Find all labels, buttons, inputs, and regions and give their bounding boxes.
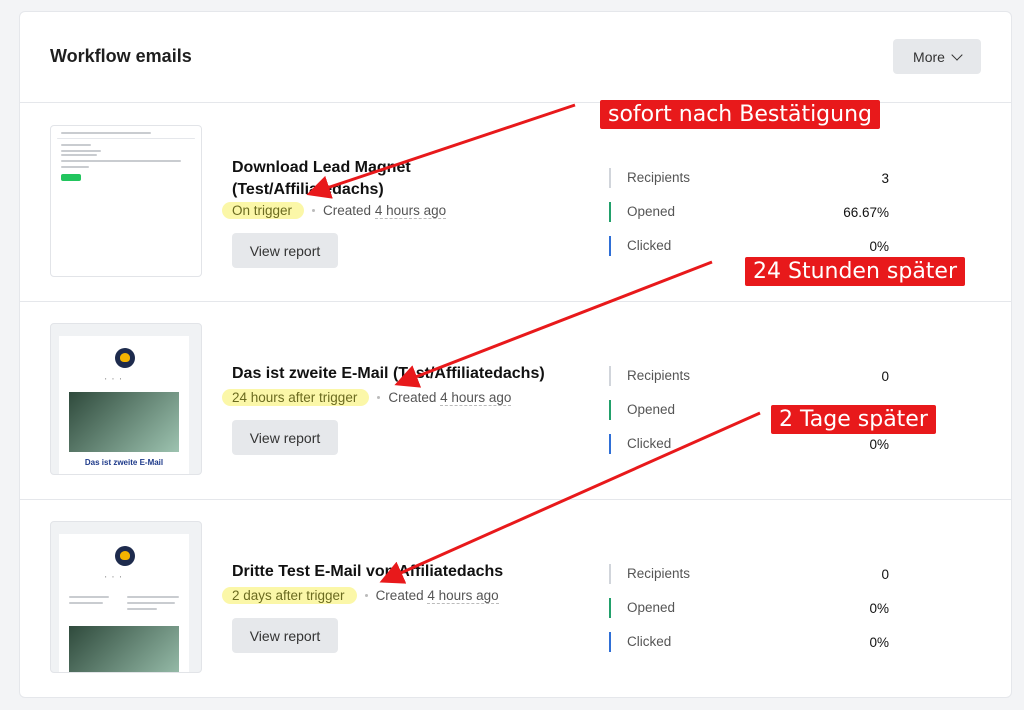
- arrow-3: [379, 411, 761, 584]
- annotation-label: 2 Tage später: [771, 405, 936, 434]
- annotation-label: 24 Stunden später: [745, 257, 966, 286]
- annotation-label: sofort nach Bestätigung: [600, 100, 880, 129]
- arrow-1: [306, 103, 576, 199]
- arrow-2: [394, 260, 713, 388]
